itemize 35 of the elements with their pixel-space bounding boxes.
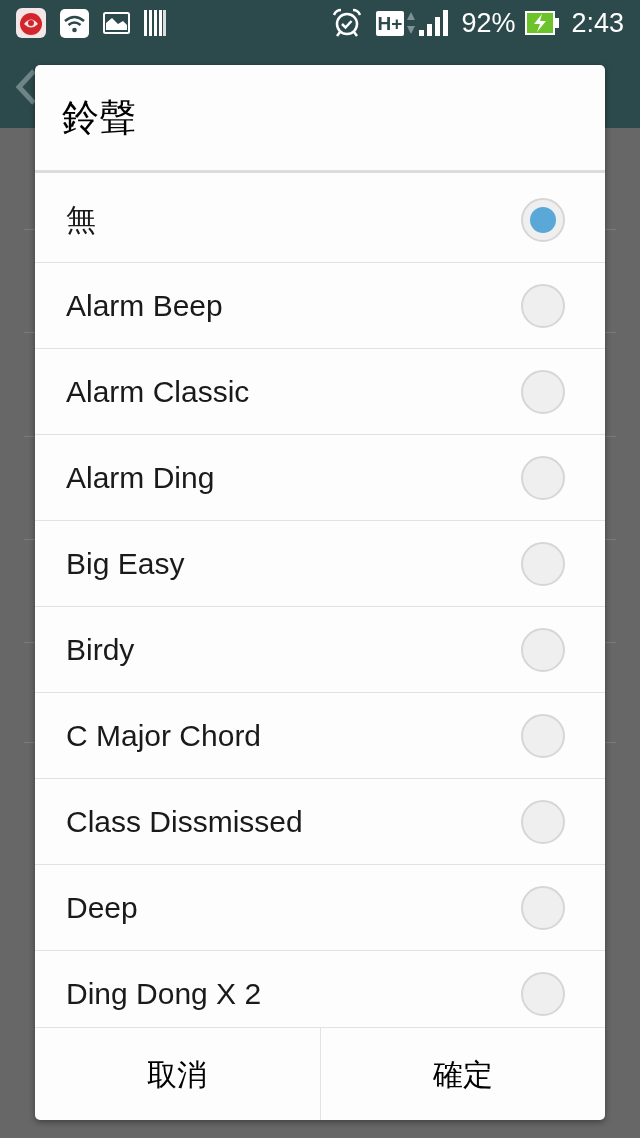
network-type-label: H+ [375, 10, 405, 36]
alarm-clock-icon [331, 8, 362, 38]
radio-button[interactable] [521, 713, 565, 758]
ok-button[interactable]: 確定 [320, 1028, 605, 1120]
option-label[interactable]: Alarm Beep [66, 283, 223, 328]
data-arrows-icon [406, 11, 417, 35]
radio-button[interactable] [521, 885, 565, 930]
clock-time: 2:43 [571, 9, 624, 37]
radio-button[interactable] [521, 283, 565, 328]
battery-charging-icon [525, 11, 560, 35]
dialog-title: 鈴聲 [62, 95, 136, 140]
option-label[interactable]: Big Easy [66, 541, 185, 586]
battery-percent: 92% [461, 9, 516, 37]
option-label[interactable]: C Major Chord [66, 713, 262, 758]
radio-button[interactable] [521, 455, 565, 500]
option-label[interactable]: Alarm Classic [66, 369, 250, 414]
radio-button[interactable] [521, 369, 565, 414]
option-label[interactable]: Class Dissmissed [66, 799, 303, 844]
stripes-icon [144, 9, 166, 37]
back-icon[interactable] [15, 68, 35, 106]
option-label[interactable]: Birdy [66, 627, 135, 672]
app-logo-icon [16, 8, 46, 38]
cancel-button[interactable]: 取消 [35, 1028, 321, 1120]
option-label[interactable]: Deep [66, 885, 138, 930]
radio-button[interactable] [521, 197, 565, 242]
option-label[interactable]: Alarm Ding [66, 455, 215, 500]
radio-button[interactable] [521, 541, 565, 586]
signal-icon [419, 10, 450, 36]
wifi-icon [60, 8, 89, 38]
option-label[interactable]: 無 [66, 197, 96, 242]
image-icon [103, 12, 130, 34]
radio-button[interactable] [521, 799, 565, 844]
radio-button[interactable] [521, 627, 565, 672]
radio-button[interactable] [521, 971, 565, 1016]
option-label[interactable]: Ding Dong X 2 [66, 971, 262, 1016]
